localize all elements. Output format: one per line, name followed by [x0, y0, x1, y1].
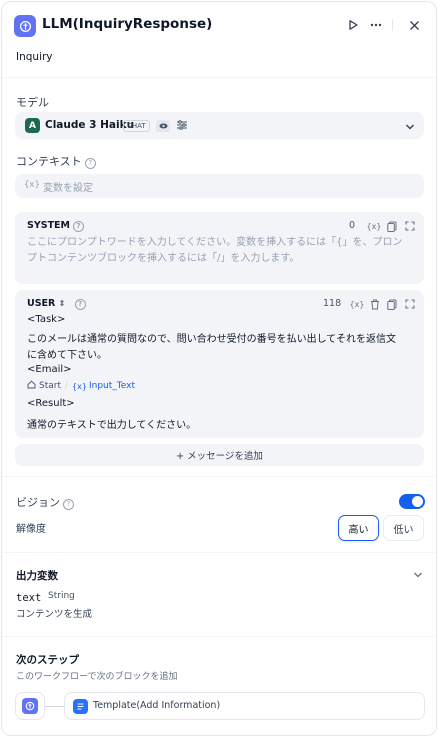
panel-header: LLM(InquiryResponse) Inquiry: [2, 2, 436, 78]
add-message-button[interactable]: + メッセージを追加: [15, 444, 424, 466]
copy-icon[interactable]: [385, 219, 399, 233]
next-step-subtitle: このワークフローで次のブロックを追加: [16, 672, 178, 682]
current-node-chip: [15, 692, 45, 720]
variable-reference[interactable]: Start / {x} Input_Text: [27, 380, 135, 392]
system-token-count: 0: [349, 220, 356, 231]
prompt-line: このメールは通常の質問なので、問い合わせ受付の番号を払い出してそれを返信文: [27, 334, 396, 345]
sliders-icon[interactable]: [176, 119, 188, 134]
user-role-label[interactable]: USER ⇕ ?: [27, 298, 86, 310]
vision-label-text: ビジョン: [16, 496, 60, 509]
variable-icon: {x}: [72, 381, 87, 391]
help-circle-icon[interactable]: ?: [63, 498, 74, 510]
chevron-down-icon[interactable]: [413, 569, 423, 582]
template-icon: [73, 699, 88, 714]
help-circle-icon[interactable]: ?: [74, 298, 86, 310]
trash-icon[interactable]: [368, 297, 382, 311]
divider: [2, 552, 436, 553]
expand-icon[interactable]: [403, 297, 417, 311]
insert-variable-icon[interactable]: {x}: [367, 219, 382, 233]
close-icon[interactable]: [405, 16, 423, 34]
context-placeholder: 変数を設定: [43, 183, 93, 194]
play-icon[interactable]: [344, 16, 362, 34]
user-prompt-editor[interactable]: USER ⇕ ? 118 {x} <Task> このメールは通常の質問なので、問…: [15, 290, 424, 438]
system-role-text: SYSTEM: [27, 220, 70, 231]
variable-separator: /: [65, 381, 69, 391]
context-label: コンテキスト?: [16, 153, 96, 169]
llm-brain-icon: [14, 15, 36, 37]
output-variable-description: コンテンツを生成: [16, 609, 93, 620]
next-step-title: 次のステップ: [16, 654, 79, 666]
next-step-node-name: Template(Add Information): [93, 700, 221, 711]
system-prompt-editor[interactable]: SYSTEM? 0 {x} ここにプロンプトワードを入力してください。変数を挿入…: [15, 212, 424, 284]
system-role-label: SYSTEM?: [27, 220, 84, 232]
divider: [2, 636, 436, 637]
help-circle-icon[interactable]: ?: [73, 220, 84, 232]
prompt-line: に含めて下さい。: [27, 350, 107, 361]
prompt-line: 通常のテキストで出力してください。: [27, 420, 197, 431]
chevron-down-icon[interactable]: [405, 121, 415, 134]
connector-line: [45, 706, 64, 707]
header-divider: [392, 19, 393, 31]
output-variable-type: String: [48, 591, 75, 601]
resolution-label: 解像度: [16, 524, 46, 535]
mode-badge: CHAT: [123, 120, 150, 132]
variable-name: Input_Text: [88, 381, 135, 391]
user-token-count: 118: [323, 298, 342, 309]
resolution-low-button[interactable]: 低い: [383, 515, 424, 541]
output-variable-name: text: [16, 592, 42, 604]
context-variable-input[interactable]: {x} 変数を設定: [15, 174, 424, 198]
anthropic-logo-icon: A: [25, 118, 40, 133]
prompt-line: <Result>: [27, 398, 75, 409]
node-description[interactable]: Inquiry: [16, 51, 53, 63]
resolution-high-button[interactable]: 高い: [338, 515, 379, 541]
model-selector[interactable]: A Claude 3 Haiku CHAT: [15, 112, 424, 139]
vision-toggle[interactable]: [399, 494, 425, 509]
output-section-title[interactable]: 出力変数: [16, 568, 58, 583]
role-switch-icon[interactable]: ⇕: [59, 299, 66, 308]
vision-eye-icon: [156, 120, 170, 132]
variable-source: Start: [39, 381, 61, 391]
system-prompt-placeholder: ここにプロンプトワードを入力してください。変数を挿入するには「{」を、プロンプト…: [27, 237, 403, 264]
user-role-text: USER: [27, 298, 56, 309]
insert-variable-icon[interactable]: {x}: [350, 297, 365, 311]
variable-icon: {x}: [24, 180, 40, 190]
model-name: Claude 3 Haiku: [45, 119, 135, 131]
more-horizontal-icon[interactable]: [367, 16, 385, 34]
context-label-text: コンテキスト: [16, 155, 82, 168]
expand-icon[interactable]: [403, 219, 417, 233]
next-step-node[interactable]: Template(Add Information): [64, 692, 425, 720]
copy-icon[interactable]: [385, 297, 399, 311]
help-circle-icon[interactable]: ?: [84, 157, 96, 169]
prompt-line: <Task>: [27, 314, 66, 325]
node-title[interactable]: LLM(InquiryResponse): [42, 16, 212, 32]
model-label: モデル: [16, 96, 49, 109]
prompt-line: <Email>: [27, 364, 72, 375]
divider: [2, 476, 436, 477]
llm-node-panel: LLM(InquiryResponse) Inquiry モデル A Claud…: [1, 1, 437, 736]
divider: [2, 77, 436, 78]
home-icon: [27, 380, 36, 392]
llm-brain-icon: [22, 698, 38, 714]
vision-label: ビジョン?: [16, 494, 74, 510]
